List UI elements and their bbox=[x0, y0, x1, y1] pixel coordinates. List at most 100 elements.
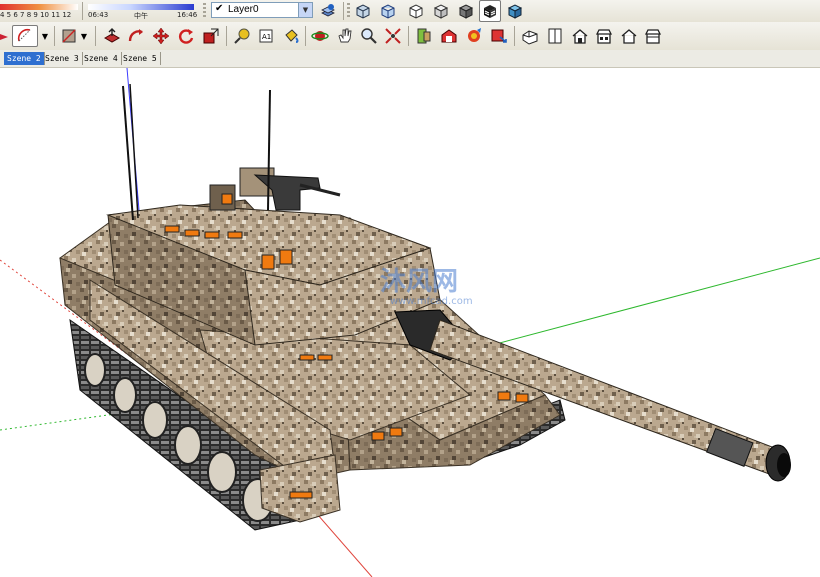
top-view-button[interactable] bbox=[544, 25, 566, 47]
rotate-icon bbox=[179, 29, 194, 44]
paint-bucket-icon bbox=[285, 29, 299, 43]
section-plane-button[interactable] bbox=[413, 25, 435, 47]
shadow-month-ticks: 4 5 6 7 8 9 10 11 12 bbox=[0, 11, 72, 19]
zoom-extents-icon bbox=[385, 28, 401, 44]
layer-manager-icon bbox=[321, 4, 335, 17]
shaded-style-button[interactable] bbox=[430, 0, 452, 22]
zoom-extents-button[interactable] bbox=[382, 25, 404, 47]
scale-tool-button[interactable] bbox=[200, 25, 222, 47]
right-view-button[interactable] bbox=[593, 25, 615, 47]
xray-style-button[interactable] bbox=[352, 0, 374, 22]
tape-measure-tool-button[interactable] bbox=[231, 25, 253, 47]
front-house-icon bbox=[572, 29, 588, 44]
shaded-textures-style-button[interactable] bbox=[455, 0, 477, 22]
arc-icon bbox=[17, 28, 31, 42]
section-plane-icon bbox=[417, 28, 431, 44]
extension-icon bbox=[491, 29, 507, 43]
protractor-tool-button[interactable] bbox=[280, 25, 302, 47]
left-house-icon bbox=[644, 29, 662, 44]
gunner-sight-lens bbox=[221, 193, 233, 205]
layer-manager-button[interactable] bbox=[317, 0, 339, 22]
dimension-tool-button[interactable]: A1 bbox=[255, 25, 277, 47]
shadow-time-end: 16:46 bbox=[177, 11, 198, 19]
polygon-icon bbox=[62, 29, 76, 43]
scale-icon bbox=[203, 28, 219, 44]
left-view-button[interactable] bbox=[642, 25, 664, 47]
share-model-button[interactable] bbox=[463, 25, 485, 47]
separator bbox=[54, 26, 55, 46]
chevron-down-icon: ▼ bbox=[80, 31, 88, 41]
iso-view-button[interactable] bbox=[519, 25, 541, 47]
tank-model bbox=[58, 83, 791, 531]
polygon-tool-menu[interactable]: ▼ bbox=[78, 25, 90, 47]
separator bbox=[95, 26, 96, 46]
back-view-button[interactable] bbox=[618, 25, 640, 47]
follow-me-tool-button[interactable] bbox=[125, 25, 147, 47]
wireframe-cube-icon bbox=[381, 4, 395, 19]
zoom-tool-button[interactable] bbox=[358, 25, 380, 47]
model-viewport[interactable]: 沐风网 www.mfcad.com bbox=[0, 68, 820, 577]
push-pull-tool-button[interactable] bbox=[101, 25, 123, 47]
watermark-url: www.mfcad.com bbox=[390, 296, 473, 307]
layer-dropdown[interactable]: ✔ Layer0 ▼ bbox=[211, 2, 313, 18]
hand-icon bbox=[338, 28, 352, 43]
iso-house-icon bbox=[522, 30, 538, 45]
chevron-down-icon[interactable]: ▼ bbox=[298, 3, 312, 17]
textured-cube-icon bbox=[458, 4, 474, 19]
tape-measure-icon bbox=[234, 28, 250, 44]
separator bbox=[305, 26, 306, 46]
polygon-tool-button[interactable] bbox=[58, 25, 80, 47]
push-pull-icon bbox=[103, 28, 121, 43]
front-view-button[interactable] bbox=[569, 25, 591, 47]
shadow-time-start: 06:43 bbox=[88, 11, 109, 19]
tank-model-canvas: 沐风网 www.mfcad.com bbox=[0, 68, 820, 577]
color-by-layer-style-button[interactable] bbox=[504, 0, 526, 22]
shadow-time-slider[interactable] bbox=[88, 4, 194, 10]
layer-visible-check-icon: ✔ bbox=[215, 3, 224, 14]
dimension-text-icon: A1 bbox=[259, 29, 273, 43]
toolbar-grip[interactable] bbox=[203, 3, 206, 19]
separator bbox=[343, 2, 344, 20]
tab-szene-2[interactable]: Szene 2 bbox=[4, 52, 45, 65]
tab-szene-5[interactable]: Szene 5 bbox=[120, 52, 161, 65]
shaded-cube-icon bbox=[433, 4, 449, 19]
separator bbox=[226, 26, 227, 46]
chevron-down-icon: ▼ bbox=[41, 31, 49, 41]
separator bbox=[514, 26, 515, 46]
shadow-month-slider[interactable] bbox=[0, 4, 78, 10]
separator bbox=[82, 2, 83, 20]
right-house-icon bbox=[595, 29, 613, 44]
arc-tool-menu[interactable]: ▼ bbox=[39, 25, 51, 47]
monochrome-style-button[interactable] bbox=[479, 0, 501, 22]
orbit-tool-button[interactable] bbox=[309, 25, 331, 47]
tab-szene-3[interactable]: Szene 3 bbox=[42, 52, 83, 65]
wireframe-style-button[interactable] bbox=[377, 0, 399, 22]
shadow-time-noon: 中午 bbox=[134, 12, 148, 20]
toolbar-shadows-layers: 4 5 6 7 8 9 10 11 12 06:43 中午 16:46 ✔ La… bbox=[0, 0, 820, 23]
arc-tool-button[interactable] bbox=[12, 25, 38, 47]
toolbar-tools: ▼ ▼ A1 bbox=[0, 22, 820, 51]
monochrome-cube-icon bbox=[484, 5, 496, 18]
follow-me-icon bbox=[128, 29, 143, 42]
bore-evacuator bbox=[706, 427, 754, 467]
magnifier-icon bbox=[361, 28, 377, 44]
hidden-line-style-button[interactable] bbox=[405, 0, 427, 22]
move-arrows-icon bbox=[152, 27, 170, 45]
move-tool-button[interactable] bbox=[150, 25, 172, 47]
rotate-tool-button[interactable] bbox=[175, 25, 197, 47]
warehouse-icon bbox=[441, 29, 457, 43]
hidden-line-cube-icon bbox=[409, 4, 423, 19]
watermark: 沐风网 www.mfcad.com bbox=[380, 267, 473, 307]
xray-cube-icon bbox=[356, 4, 370, 19]
warehouse-get-models-button[interactable] bbox=[438, 25, 460, 47]
freehand-button[interactable] bbox=[0, 25, 10, 47]
toolbar-grip[interactable] bbox=[347, 3, 350, 19]
extension-warehouse-button[interactable] bbox=[488, 25, 510, 47]
pencil-tip-icon bbox=[0, 34, 8, 40]
pan-tool-button[interactable] bbox=[334, 25, 356, 47]
back-house-icon bbox=[621, 29, 637, 44]
separator bbox=[408, 26, 409, 46]
layer-dropdown-value: Layer0 bbox=[228, 4, 259, 15]
colored-cube-icon bbox=[507, 4, 523, 19]
tab-szene-4[interactable]: Szene 4 bbox=[81, 52, 122, 65]
